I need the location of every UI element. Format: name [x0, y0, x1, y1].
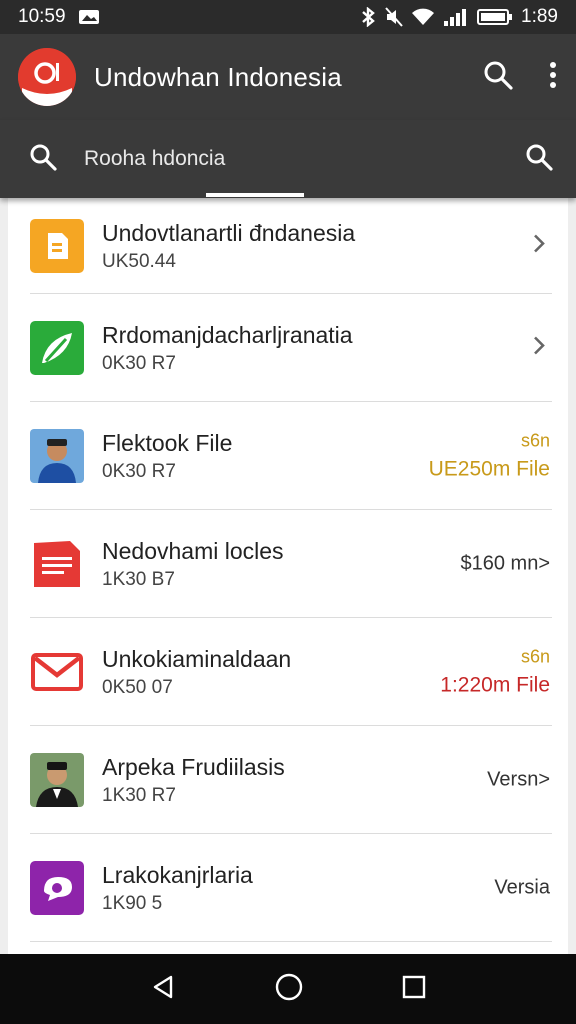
item-meta-top: s6n — [520, 430, 550, 451]
tab-indicator — [206, 193, 304, 197]
system-nav-bar — [0, 954, 576, 1024]
list-item[interactable]: Arpeka Frudiilasis 1K30 R7 Versn> — [8, 726, 568, 834]
person-avatar — [30, 429, 84, 483]
list-item[interactable]: Lrakokanjrlaria 1K90 5 Versia — [8, 834, 568, 942]
person-avatar — [30, 753, 84, 807]
document-icon — [30, 219, 84, 273]
item-subtitle: UK50.44 — [102, 251, 176, 272]
item-title: Undovtlanartli đndanesia — [102, 220, 356, 246]
wifi-icon — [411, 7, 435, 27]
mail-icon — [30, 645, 84, 699]
item-meta: Versn> — [487, 768, 550, 791]
app-logo — [18, 48, 76, 106]
search-input[interactable]: Rooha hdoncia — [84, 147, 225, 171]
back-icon[interactable] — [149, 973, 177, 1006]
item-meta: $160 mn> — [460, 552, 550, 575]
search-submit-icon[interactable] — [524, 142, 554, 177]
item-meta-top: s6n — [520, 646, 550, 667]
search-icon[interactable] — [482, 59, 514, 96]
status-bar: 10:59 1:89 — [0, 0, 576, 34]
chat-icon — [30, 861, 84, 915]
mute-icon — [385, 7, 403, 27]
chevron-right-icon — [532, 233, 546, 260]
item-subtitle: 1K30 B7 — [102, 569, 175, 590]
search-bar[interactable]: Rooha hdoncia — [0, 120, 576, 198]
battery-icon — [477, 7, 513, 27]
chevron-right-icon — [532, 335, 546, 362]
more-options-icon[interactable] — [548, 60, 558, 95]
item-title: Lrakokanjrlaria — [102, 862, 253, 888]
status-time: 10:59 — [18, 6, 66, 27]
list-item[interactable]: Flektook File 0K30 R7 s6n UE250m File — [8, 402, 568, 510]
list-item[interactable]: Undovtlanartli đndanesia UK50.44 — [8, 198, 568, 294]
pdf-icon — [30, 537, 84, 591]
home-icon[interactable] — [274, 972, 304, 1007]
recents-icon[interactable] — [401, 974, 427, 1005]
item-title: Unkokiaminaldaan — [102, 646, 292, 672]
item-meta-bottom: UE250m File — [428, 457, 550, 481]
item-title: Nedovhami locles — [102, 538, 284, 564]
signal-icon — [443, 7, 469, 27]
list-item[interactable]: Unkokiaminaldaan 0K50 07 s6n 1:220m File — [8, 618, 568, 726]
search-icon[interactable] — [28, 142, 58, 177]
item-subtitle: 0K30 R7 — [102, 353, 176, 374]
leaf-icon — [30, 321, 84, 375]
status-battery-time: 1:89 — [521, 6, 558, 27]
app-title: Undowhan Indonesia — [94, 61, 342, 92]
item-subtitle: 0K30 R7 — [102, 461, 176, 482]
item-title: Arpeka Frudiilasis — [102, 754, 285, 780]
list-item[interactable]: Nedovhami locles 1K30 B7 $160 mn> — [8, 510, 568, 618]
item-subtitle: 1K30 R7 — [102, 785, 176, 806]
item-meta: Versia — [494, 876, 550, 899]
list-item[interactable]: Rrdomanjdacharljranatia 0K30 R7 — [8, 294, 568, 402]
item-subtitle: 1K90 5 — [102, 893, 163, 914]
app-bar: Undowhan Indonesia — [0, 34, 576, 120]
results-list: Undovtlanartli đndanesia UK50.44 Rrdoman… — [8, 198, 568, 954]
item-title: Flektook File — [102, 430, 233, 456]
image-notification-icon — [78, 8, 100, 26]
item-subtitle: 0K50 07 — [102, 677, 173, 698]
item-meta-bottom: 1:220m File — [440, 673, 550, 697]
bluetooth-icon — [359, 7, 377, 27]
item-title: Rrdomanjdacharljranatia — [102, 322, 353, 348]
